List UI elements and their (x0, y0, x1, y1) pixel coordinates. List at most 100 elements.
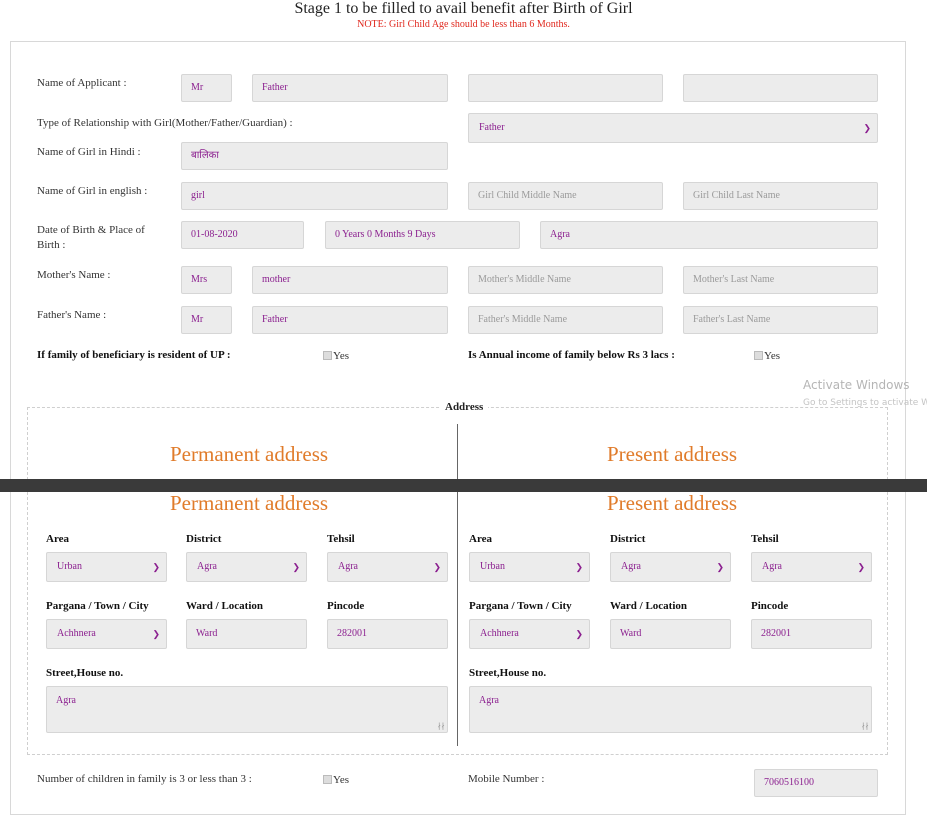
perm-tehsil-select[interactable]: Agra ❯ (327, 552, 448, 582)
chevron-down-icon: ❯ (863, 123, 871, 133)
chevron-down-icon: ❯ (152, 562, 160, 572)
address-legend: Address (440, 399, 489, 415)
checkbox-icon (323, 351, 332, 360)
pres-district-select[interactable]: Agra ❯ (610, 552, 731, 582)
perm-ward-label: Ward / Location (186, 600, 264, 612)
perm-street-value: Agra (56, 695, 76, 706)
dob-field[interactable]: 01-08-2020 (181, 221, 304, 249)
girl-english-label: Name of Girl in english : (37, 185, 148, 197)
girl-middle-name-field[interactable]: Girl Child Middle Name (468, 182, 663, 210)
dob-label-line2: Birth : (37, 239, 66, 251)
applicant-first-name-field[interactable]: Father (252, 74, 448, 102)
perm-tehsil-value: Agra (338, 561, 358, 572)
children-label: Number of children in family is 3 or les… (37, 773, 252, 785)
resize-grip-icon[interactable]: ∤∤ (437, 723, 445, 731)
perm-district-select[interactable]: Agra ❯ (186, 552, 307, 582)
dob-label-line1: Date of Birth & Place of (37, 224, 145, 236)
pres-area-label: Area (469, 533, 493, 545)
pres-tehsil-value: Agra (762, 561, 782, 572)
girl-hindi-name-field[interactable]: बालिका (181, 142, 448, 170)
mother-first-name-field[interactable]: mother (252, 266, 448, 294)
perm-ward-field[interactable]: Ward (186, 619, 307, 649)
perm-pargana-label: Pargana / Town / City (46, 600, 149, 612)
father-label: Father's Name : (37, 309, 107, 321)
girl-first-name-field[interactable]: girl (181, 182, 448, 210)
girl-hindi-label: Name of Girl in Hindi : (37, 146, 141, 158)
chevron-down-icon: ❯ (716, 562, 724, 572)
chevron-down-icon: ❯ (433, 562, 441, 572)
father-last-name-field[interactable]: Father's Last Name (683, 306, 878, 334)
permanent-address-heading-repeat: Permanent address (170, 491, 329, 515)
checkbox-icon (754, 351, 763, 360)
perm-pincode-field[interactable]: 282001 (327, 619, 448, 649)
pres-street-textarea[interactable]: Agra ∤∤ (469, 686, 872, 733)
perm-district-label: District (186, 533, 222, 545)
children-yes: Yes (333, 774, 350, 786)
address-divider (457, 424, 458, 746)
perm-tehsil-label: Tehsil (327, 533, 355, 545)
perm-area-label: Area (46, 533, 70, 545)
girl-last-name-field[interactable]: Girl Child Last Name (683, 182, 878, 210)
pres-tehsil-select[interactable]: Agra ❯ (751, 552, 872, 582)
pres-pincode-label: Pincode (751, 600, 789, 612)
checkbox-icon (323, 775, 332, 784)
pres-area-select[interactable]: Urban ❯ (469, 552, 590, 582)
perm-area-value: Urban (57, 561, 82, 572)
present-address-heading: Present address (607, 442, 738, 466)
applicant-last-name-field[interactable] (683, 74, 878, 102)
age-field: 0 Years 0 Months 9 Days (325, 221, 520, 249)
resize-grip-icon[interactable]: ∤∤ (861, 723, 869, 731)
mother-title-field[interactable]: Mrs (181, 266, 232, 294)
applicant-middle-name-field[interactable] (468, 74, 663, 102)
present-address-heading-repeat: Present address (607, 491, 738, 515)
relationship-select[interactable]: Father ❯ (468, 113, 878, 143)
perm-street-label: Street,House no. (46, 667, 124, 679)
pres-ward-label: Ward / Location (610, 600, 688, 612)
mother-last-name-field[interactable]: Mother's Last Name (683, 266, 878, 294)
mother-label: Mother's Name : (37, 269, 111, 281)
pres-pargana-value: Achhnera (480, 628, 519, 639)
children-checkbox[interactable]: Yes (323, 773, 349, 787)
chevron-down-icon: ❯ (575, 629, 583, 639)
applicant-title-field[interactable]: Mr (181, 74, 232, 102)
chevron-down-icon: ❯ (575, 562, 583, 572)
father-first-name-field[interactable]: Father (252, 306, 448, 334)
income-yes: Yes (764, 350, 781, 362)
pres-street-value: Agra (479, 695, 499, 706)
resident-up-label: If family of beneficiary is resident of … (37, 349, 231, 361)
pres-district-value: Agra (621, 561, 641, 572)
father-middle-name-field[interactable]: Father's Middle Name (468, 306, 663, 334)
mobile-number-field[interactable]: 7060516100 (754, 769, 878, 797)
chevron-down-icon: ❯ (857, 562, 865, 572)
screenshot-seam-bar (0, 479, 927, 492)
pres-area-value: Urban (480, 561, 505, 572)
place-of-birth-field[interactable]: Agra (540, 221, 878, 249)
pres-pargana-select[interactable]: Achhnera ❯ (469, 619, 590, 649)
perm-street-textarea[interactable]: Agra ∤∤ (46, 686, 448, 733)
chevron-down-icon: ❯ (292, 562, 300, 572)
resident-up-yes: Yes (333, 350, 350, 362)
pres-district-label: District (610, 533, 646, 545)
pres-pargana-label: Pargana / Town / City (469, 600, 572, 612)
pres-street-label: Street,House no. (469, 667, 547, 679)
pres-ward-field[interactable]: Ward (610, 619, 731, 649)
resident-up-checkbox[interactable]: Yes (323, 349, 349, 363)
perm-pargana-value: Achhnera (57, 628, 96, 639)
mother-middle-name-field[interactable]: Mother's Middle Name (468, 266, 663, 294)
age-note: NOTE: Girl Child Age should be less than… (357, 19, 570, 30)
applicant-label: Name of Applicant : (37, 77, 127, 89)
page-title: Stage 1 to be filled to avail benefit af… (294, 0, 633, 17)
perm-pincode-label: Pincode (327, 600, 365, 612)
perm-area-select[interactable]: Urban ❯ (46, 552, 167, 582)
pres-pincode-field[interactable]: 282001 (751, 619, 872, 649)
perm-district-value: Agra (197, 561, 217, 572)
father-title-field[interactable]: Mr (181, 306, 232, 334)
activate-windows-watermark: Activate Windows (803, 378, 910, 392)
relationship-value: Father (479, 122, 505, 133)
chevron-down-icon: ❯ (152, 629, 160, 639)
perm-pargana-select[interactable]: Achhnera ❯ (46, 619, 167, 649)
permanent-address-heading: Permanent address (170, 442, 329, 466)
income-label: Is Annual income of family below Rs 3 la… (468, 349, 675, 361)
income-checkbox[interactable]: Yes (754, 349, 780, 363)
relationship-label: Type of Relationship with Girl(Mother/Fa… (37, 117, 293, 129)
